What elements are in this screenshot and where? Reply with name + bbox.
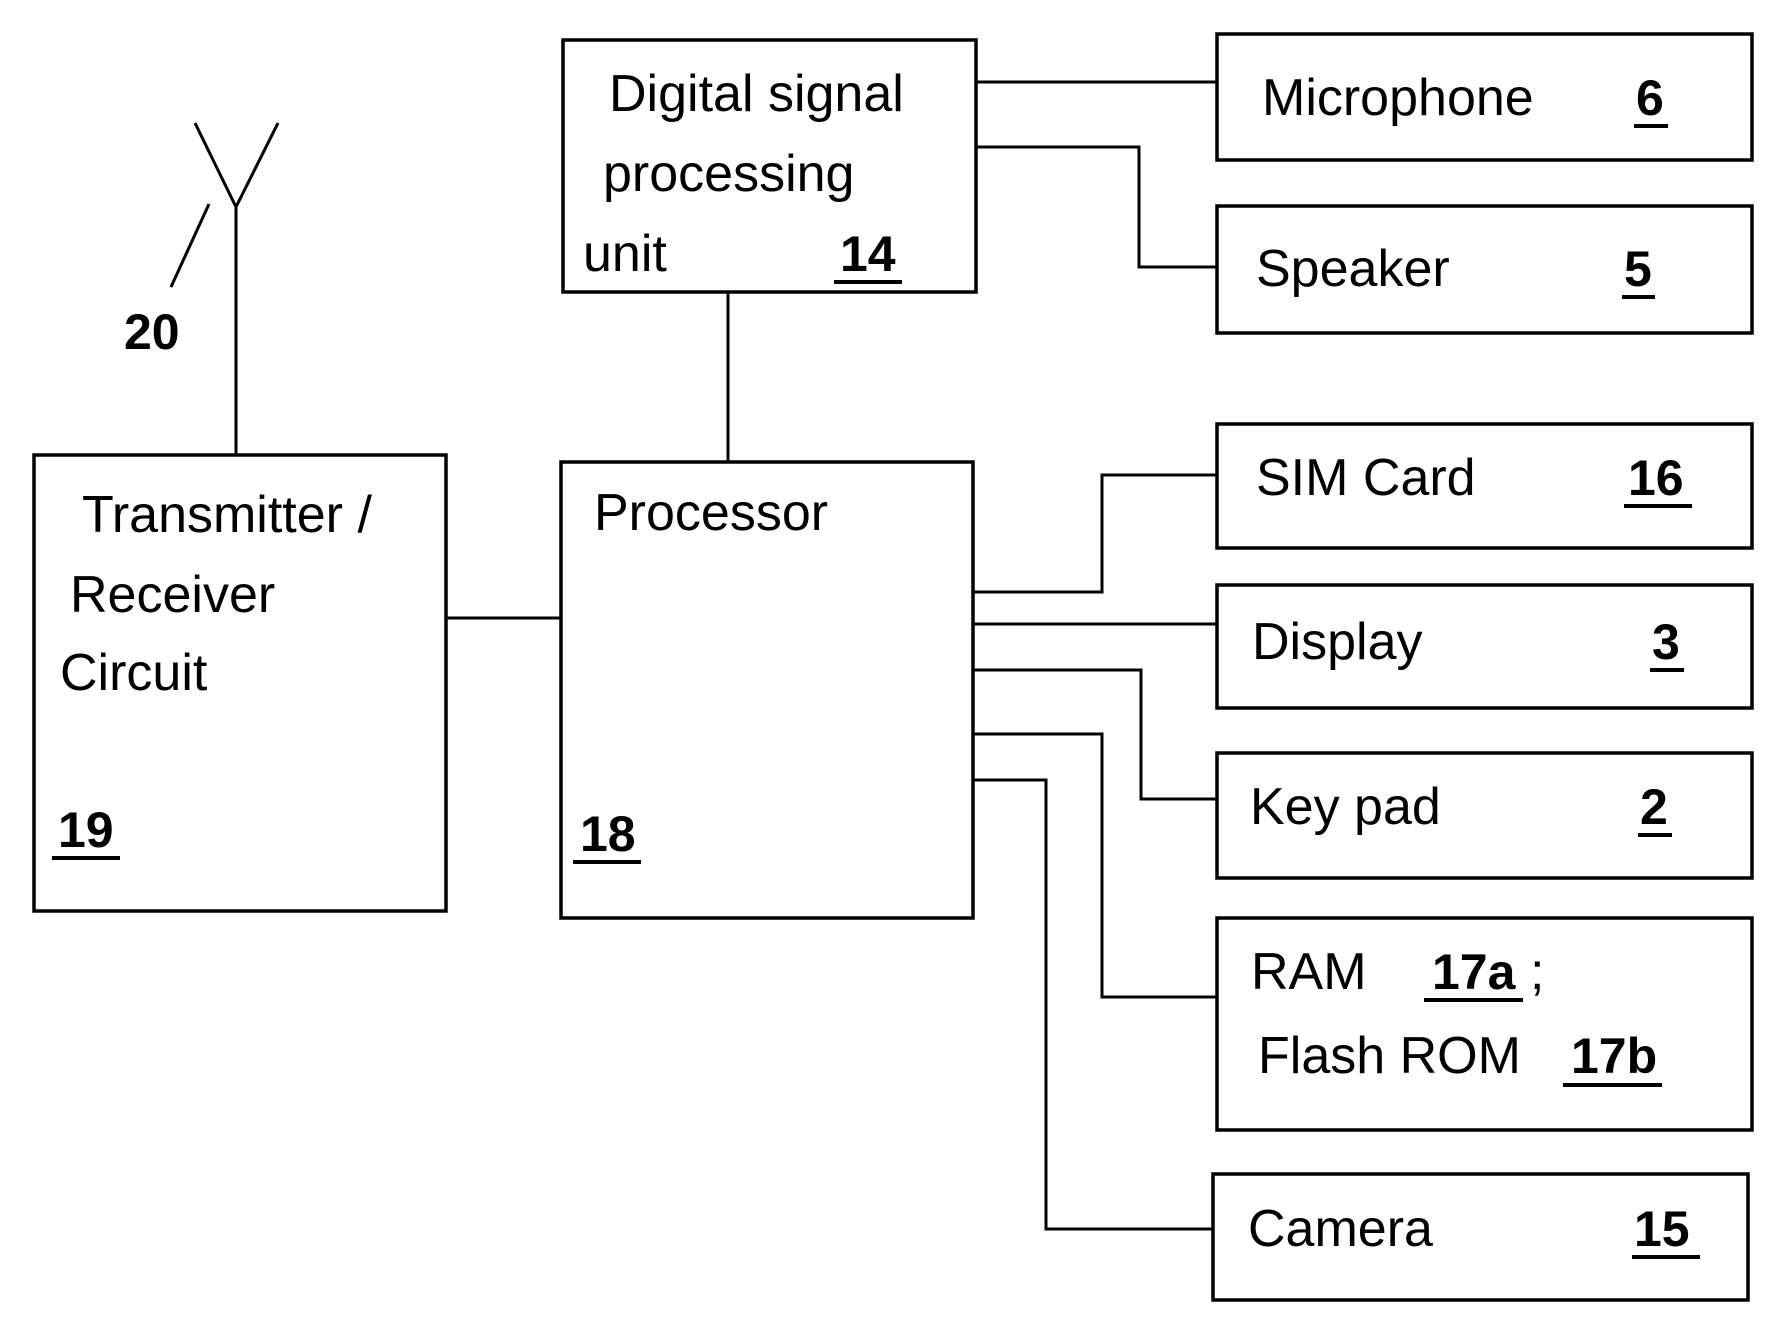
memory-separator: ;	[1530, 943, 1544, 1001]
block-diagram: 20 Transmitter / Receiver Circuit 19 Pro…	[32, 32, 1754, 1302]
memory-block: RAM 17a ; Flash ROM 17b	[1215, 916, 1754, 1132]
flash-rom-label: Flash ROM	[1258, 1027, 1521, 1085]
dsp-label-line1: Digital signal	[609, 65, 904, 123]
camera-label: Camera	[1248, 1200, 1433, 1258]
transmitter-label-line3: Circuit	[60, 644, 208, 702]
speaker-block: Speaker 5	[1215, 204, 1754, 335]
antenna-ref: 20	[124, 304, 180, 360]
wire-processor-sim	[973, 473, 1217, 594]
dsp-ref: 14	[840, 226, 896, 282]
processor-label: Processor	[594, 484, 828, 542]
speaker-ref: 5	[1624, 241, 1652, 297]
dsp-label-line2: processing	[603, 145, 854, 203]
antenna-icon	[193, 122, 280, 457]
ram-label: RAM	[1251, 943, 1367, 1001]
antenna-leader-line	[169, 203, 211, 288]
wire-processor-memory	[973, 732, 1217, 999]
transmitter-receiver-block: Transmitter / Receiver Circuit 19	[32, 453, 448, 913]
processor-block: Processor 18	[559, 460, 975, 920]
sim-card-ref: 16	[1628, 450, 1684, 506]
dsp-label-line3: unit	[583, 225, 667, 283]
processor-ref: 18	[580, 806, 636, 862]
transmitter-label-line2: Receiver	[70, 566, 275, 624]
display-block: Display 3	[1215, 583, 1754, 710]
microphone-label: Microphone	[1262, 69, 1534, 127]
microphone-ref: 6	[1636, 70, 1664, 126]
wire-dsp-speaker	[976, 145, 1217, 269]
speaker-label: Speaker	[1256, 240, 1450, 298]
dsp-block: Digital signal processing unit 14	[561, 38, 978, 294]
ram-ref: 17a	[1432, 944, 1517, 1000]
transmitter-label-line1: Transmitter /	[82, 486, 372, 544]
camera-block: Camera 15	[1211, 1172, 1750, 1302]
sim-card-label: SIM Card	[1256, 449, 1476, 507]
display-ref: 3	[1652, 614, 1680, 670]
display-label: Display	[1252, 613, 1423, 671]
transmitter-ref: 19	[58, 802, 114, 858]
microphone-block: Microphone 6	[1215, 32, 1754, 162]
keypad-label: Key pad	[1250, 778, 1441, 836]
camera-ref: 15	[1634, 1201, 1690, 1257]
keypad-ref: 2	[1640, 779, 1668, 835]
sim-card-block: SIM Card 16	[1215, 422, 1754, 550]
flash-rom-ref: 17b	[1571, 1028, 1657, 1084]
keypad-block: Key pad 2	[1215, 751, 1754, 880]
wire-processor-camera	[973, 778, 1213, 1231]
